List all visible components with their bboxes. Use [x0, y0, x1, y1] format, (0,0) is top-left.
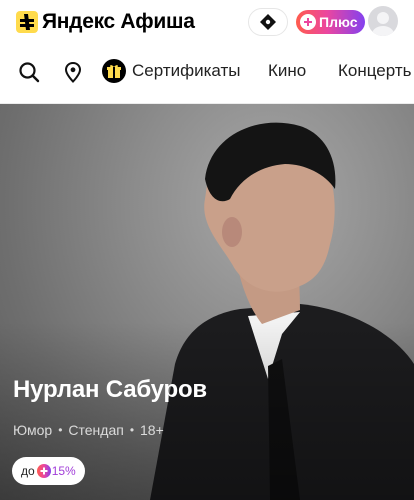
discount-value: 15% — [51, 464, 76, 478]
top-bar: Яндекс Афиша Плюс — [0, 0, 414, 44]
event-title: Нурлан Сабуров — [13, 376, 207, 403]
location-pin-icon[interactable] — [62, 61, 84, 83]
search-icon[interactable] — [18, 61, 40, 83]
nav-item-certificates[interactable]: Сертификаты — [102, 59, 240, 83]
event-tags: Юмор • Стендап • 18+ — [13, 422, 164, 438]
discount-prefix: до — [21, 464, 35, 478]
yandex-afisha-logo-icon — [16, 11, 38, 33]
nav-item-label: Сертификаты — [132, 61, 241, 80]
ticket-icon — [260, 14, 276, 30]
user-avatar[interactable] — [368, 6, 398, 36]
nav-item-concerts[interactable]: Концерть — [338, 61, 411, 81]
tag-subgenre: Стендап — [68, 422, 124, 438]
tag-age-rating: 18+ — [140, 422, 164, 438]
gift-icon — [102, 59, 126, 83]
brand-name: Яндекс Афиша — [42, 10, 195, 33]
tag-genre: Юмор — [13, 422, 53, 438]
separator-dot: • — [129, 423, 135, 437]
ticket-button[interactable] — [248, 8, 288, 36]
plus-button[interactable]: Плюс — [296, 10, 365, 34]
plus-label: Плюс — [319, 14, 358, 30]
separator-dot: • — [58, 423, 63, 437]
avatar-silhouette-icon — [372, 12, 394, 36]
logo[interactable]: Яндекс Афиша — [16, 10, 195, 34]
nav-item-cinema[interactable]: Кино — [268, 61, 306, 81]
hero-gradient-overlay — [0, 104, 414, 500]
hero-banner[interactable]: Нурлан Сабуров Юмор • Стендап • 18+ до 1… — [0, 104, 414, 500]
plus-icon — [300, 14, 316, 30]
plus-icon — [36, 464, 51, 478]
plus-discount-badge: до 15% — [12, 457, 85, 485]
